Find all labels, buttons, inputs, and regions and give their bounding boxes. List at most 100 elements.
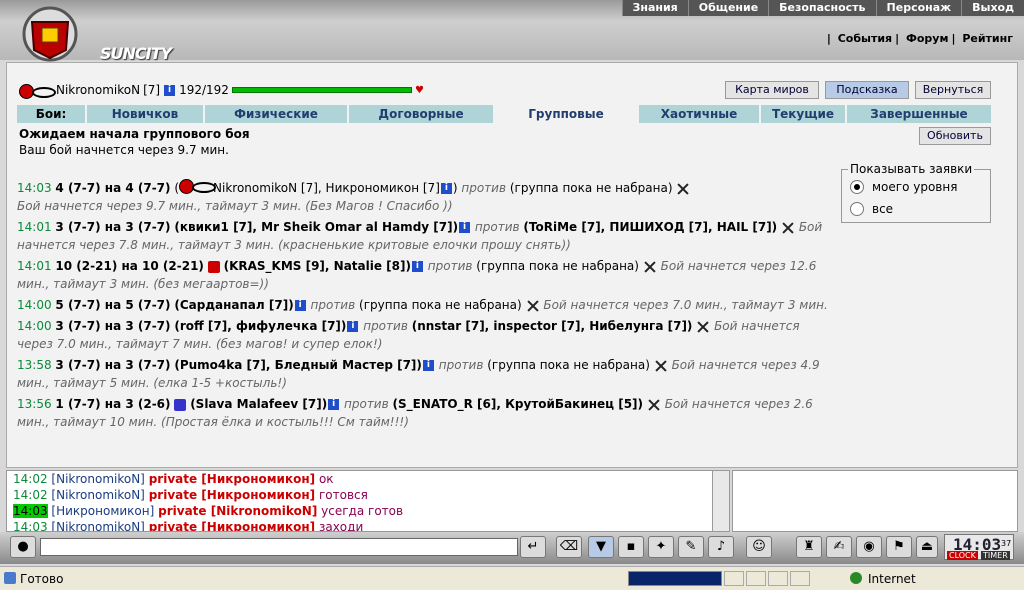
run-icon[interactable]: ✦ bbox=[648, 536, 674, 558]
clan-icon bbox=[19, 83, 56, 99]
fight-row: 14:00 5 (7-7) на 5 (7-7) (Сарданапал [7]… bbox=[17, 298, 828, 313]
join-fight-icon[interactable] bbox=[676, 182, 690, 196]
world-map-button[interactable]: Карта миров bbox=[725, 81, 819, 99]
tab-group[interactable]: Групповые bbox=[495, 105, 639, 123]
menu-character[interactable]: Персонаж bbox=[875, 0, 962, 16]
save-icon[interactable]: ▪ bbox=[618, 536, 644, 558]
fighter-name[interactable]: (Pumo4ka [7], Бледный Мастер [7]) bbox=[174, 358, 422, 372]
progress-bar bbox=[628, 571, 722, 586]
radio-my-level-label[interactable]: моего уровня bbox=[872, 180, 957, 194]
join-fight-icon[interactable] bbox=[781, 221, 795, 235]
tab-physical[interactable]: Физические bbox=[205, 105, 349, 123]
battle-tabs: Бои: Новичков Физические Договорные Груп… bbox=[17, 105, 991, 123]
info-icon[interactable]: i bbox=[328, 399, 340, 410]
status-cell bbox=[768, 571, 788, 586]
speaker-icon[interactable]: ● bbox=[10, 536, 36, 558]
chat-log[interactable]: 14:02 [NikronomikoN] private [Никрономик… bbox=[6, 470, 730, 532]
join-fight-icon[interactable] bbox=[654, 359, 668, 373]
tab-finished[interactable]: Завершенные bbox=[847, 105, 991, 123]
smile-icon[interactable]: ☺ bbox=[746, 536, 772, 558]
main-panel: NikronomikoN [7] i 192/192 ♥ Карта миров… bbox=[6, 62, 1018, 468]
filter-box: Показывать заявки моего уровня все bbox=[841, 162, 991, 223]
fighter-name[interactable]: (квики1 [7], Mr Sheik Omar al Hamdy [7]) bbox=[174, 220, 458, 234]
fighter-name[interactable]: (nnstar [7], inspector [7], Нибелунга [7… bbox=[412, 319, 693, 333]
bag-icon[interactable]: ♜ bbox=[796, 536, 822, 558]
sub-menu: | События | Форум | Рейтинг bbox=[827, 32, 1016, 45]
info-icon[interactable]: i bbox=[294, 300, 306, 311]
chat-line: 14:03 [Никрономикон] private [Nikronomik… bbox=[13, 504, 404, 518]
fighter-name[interactable]: (Сарданапал [7]) bbox=[174, 298, 293, 312]
chat-line: 14:02 [NikronomikoN] private [Никрономик… bbox=[13, 488, 368, 502]
fight-list: 14:03 4 (7-7) на 4 (7-7) (NikronomikoN [… bbox=[17, 179, 837, 434]
menu-forum[interactable]: Форум bbox=[903, 32, 952, 45]
info-icon[interactable]: i bbox=[347, 321, 359, 332]
clock-label[interactable]: CLOCK bbox=[947, 551, 978, 560]
info-icon[interactable]: i bbox=[411, 261, 423, 272]
info-icon[interactable]: i bbox=[459, 222, 471, 233]
back-button[interactable]: Вернуться bbox=[915, 81, 991, 99]
info-icon[interactable]: i bbox=[440, 183, 452, 194]
scroll-icon[interactable]: ✍ bbox=[826, 536, 852, 558]
radio-all-label[interactable]: все bbox=[872, 202, 893, 216]
clan-icon bbox=[179, 179, 217, 194]
chat-scrollbar[interactable] bbox=[712, 470, 730, 532]
fight-row: 14:00 3 (7-7) на 3 (7-7) (roff [7], фифу… bbox=[17, 319, 800, 351]
eraser-icon[interactable]: ⌫ bbox=[556, 536, 582, 558]
tab-novice[interactable]: Новичков bbox=[87, 105, 205, 123]
status-text: Готово bbox=[20, 572, 64, 586]
clock-widget: 14:03 37 CLOCK TIMER bbox=[944, 534, 1014, 560]
fighter-name[interactable]: NikronomikoN [7], Никрономикон [7] bbox=[213, 181, 440, 195]
menu-chat[interactable]: Общение bbox=[687, 0, 768, 16]
chat-input[interactable] bbox=[40, 538, 518, 556]
join-fight-icon[interactable] bbox=[696, 320, 710, 334]
fighter-name[interactable]: (S_ENATO_R [6], КрутойБакинец [5]) bbox=[393, 397, 644, 411]
translit-icon[interactable]: ✎ bbox=[678, 536, 704, 558]
user-name[interactable]: NikronomikoN bbox=[56, 83, 140, 97]
send-icon[interactable]: ↵ bbox=[520, 536, 546, 558]
timer-label[interactable]: TIMER bbox=[981, 551, 1010, 560]
filter-icon[interactable]: ▼ bbox=[588, 536, 614, 558]
join-fight-icon[interactable] bbox=[526, 299, 540, 313]
page-icon bbox=[4, 572, 16, 584]
menu-knowledge[interactable]: Знания bbox=[621, 0, 688, 16]
clan-icon bbox=[174, 398, 187, 411]
progress-fill bbox=[629, 572, 721, 585]
status-cell bbox=[746, 571, 766, 586]
menu-exit[interactable]: Выход bbox=[961, 0, 1024, 16]
join-fight-icon[interactable] bbox=[643, 260, 657, 274]
join-fight-icon[interactable] bbox=[647, 398, 661, 412]
radio-my-level[interactable] bbox=[850, 180, 864, 194]
radio-all[interactable] bbox=[850, 202, 864, 216]
tab-agreed[interactable]: Договорные bbox=[349, 105, 495, 123]
fight-row: 14:01 10 (2-21) на 10 (2-21) (KRAS_KMS [… bbox=[17, 259, 817, 291]
online-list bbox=[732, 470, 1018, 532]
fighter-name[interactable]: (roff [7], фифулечка [7]) bbox=[174, 319, 346, 333]
globe-icon bbox=[850, 572, 862, 584]
info-icon[interactable]: i bbox=[164, 84, 176, 96]
fighter-name[interactable]: (ToRiMe [7], ПИШИХОД [7], HAIL [7]) bbox=[523, 220, 777, 234]
fight-row: 14:01 3 (7-7) на 3 (7-7) (квики1 [7], Mr… bbox=[17, 220, 823, 252]
menu-security[interactable]: Безопасность bbox=[768, 0, 875, 16]
tab-current[interactable]: Текущие bbox=[761, 105, 847, 123]
flag-icon[interactable]: ⚑ bbox=[886, 536, 912, 558]
clan-icon bbox=[207, 260, 220, 273]
info-icon[interactable]: i bbox=[422, 360, 434, 371]
refresh-button[interactable]: Обновить bbox=[919, 127, 991, 145]
exit-icon[interactable]: ⏏ bbox=[916, 536, 938, 558]
user-level: [7] bbox=[143, 83, 161, 97]
hint-button[interactable]: Подсказка bbox=[825, 81, 909, 99]
logo-text: SUNCITY bbox=[100, 44, 172, 63]
game-window: SUNCITY Знания Общение Безопасность Перс… bbox=[0, 0, 1024, 590]
sound-icon[interactable]: ♪ bbox=[708, 536, 734, 558]
tab-chaotic[interactable]: Хаотичные bbox=[639, 105, 761, 123]
fighter-name[interactable]: (KRAS_KMS [9], Natalie [8]) bbox=[224, 259, 411, 273]
face-icon[interactable]: ◉ bbox=[856, 536, 882, 558]
status-cell bbox=[724, 571, 744, 586]
waiting-title: Ожидаем начала группового боя bbox=[19, 127, 250, 141]
fight-row: 13:56 1 (7-7) на 3 (2-6) (Slava Malafeev… bbox=[17, 397, 813, 429]
menu-events[interactable]: События bbox=[835, 32, 895, 45]
fighter-name[interactable]: (Slava Malafeev [7]) bbox=[190, 397, 327, 411]
heart-icon: ♥ bbox=[414, 84, 424, 96]
hp-bar bbox=[231, 87, 412, 93]
menu-rating[interactable]: Рейтинг bbox=[959, 32, 1016, 45]
